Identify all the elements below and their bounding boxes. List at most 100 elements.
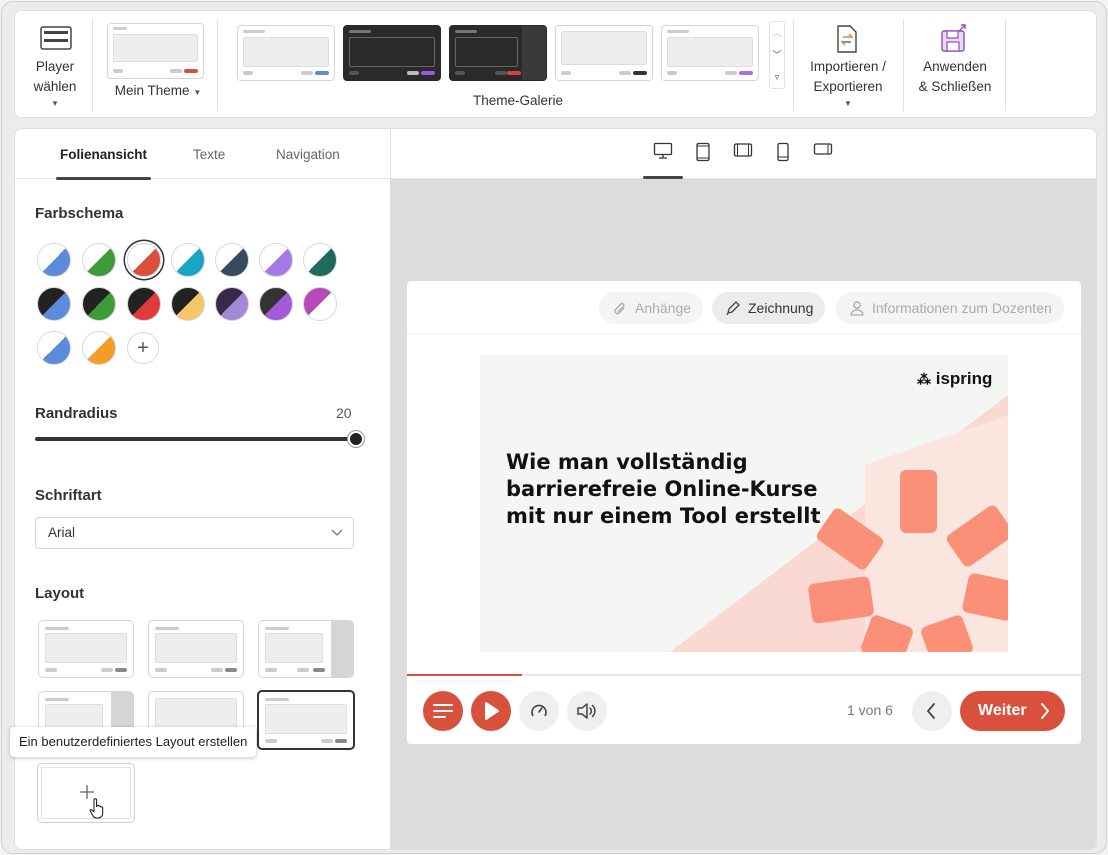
- color-swatch[interactable]: [215, 243, 249, 277]
- player-select-button[interactable]: Player wählen ▼: [15, 11, 93, 117]
- layout-title: Layout: [35, 585, 85, 602]
- ribbon-toolbar: Player wählen ▼ Mein Theme ▼ ︿ ﹀ ▿ Theme…: [14, 10, 1097, 118]
- layout-option-selected[interactable]: [257, 690, 355, 750]
- chevron-up-icon[interactable]: ︿: [770, 22, 784, 44]
- color-swatch[interactable]: [82, 287, 116, 321]
- color-swatch[interactable]: [127, 287, 161, 321]
- progress-track[interactable]: [407, 674, 1081, 676]
- chevron-down-icon[interactable]: ﹀: [770, 44, 784, 66]
- chevron-left-icon: [927, 703, 935, 719]
- my-theme-button[interactable]: Mein Theme ▼: [105, 11, 209, 117]
- divider: [407, 333, 1081, 334]
- slide-title: Wie man vollständig barrierefreie Online…: [506, 450, 821, 528]
- player-label-2: wählen: [33, 79, 77, 94]
- add-custom-layout-button[interactable]: [37, 763, 135, 823]
- font-select[interactable]: Arial: [35, 517, 354, 549]
- chevron-down-icon: ▼: [193, 88, 202, 97]
- player-icon: [40, 26, 72, 50]
- ispring-logo: ⁂ ispring: [917, 369, 992, 389]
- custom-layout-tooltip: Ein benutzerdefiniertes Layout erstellen: [10, 727, 257, 757]
- color-swatch[interactable]: [82, 243, 116, 277]
- slide-canvas: ⁂ ispring Wie man vollständig barrierefr…: [480, 355, 1008, 652]
- theme-thumbnail[interactable]: [343, 25, 441, 81]
- layout-option[interactable]: [148, 620, 244, 678]
- apply-close-button[interactable]: Anwenden & Schließen: [905, 11, 1005, 117]
- color-swatch[interactable]: [37, 287, 71, 321]
- phone-portrait-icon[interactable]: [771, 142, 795, 166]
- device-switcher: [391, 129, 1096, 179]
- divider: [903, 19, 904, 111]
- apply-label-1: Anwenden: [923, 59, 987, 74]
- next-label: Weiter: [978, 702, 1027, 719]
- color-swatch[interactable]: [171, 243, 205, 277]
- add-color-scheme-button[interactable]: +: [127, 332, 159, 364]
- previous-slide-button[interactable]: [912, 691, 952, 731]
- instructor-info-button[interactable]: Informationen zum Dozenten: [836, 292, 1064, 324]
- desktop-view-icon[interactable]: [651, 142, 675, 166]
- import-label-1: Importieren /: [810, 59, 886, 74]
- playback-speed-button[interactable]: [519, 691, 559, 731]
- my-theme-thumbnail: [107, 23, 204, 79]
- theme-thumbnail[interactable]: [555, 25, 653, 81]
- logo-text: ispring: [935, 369, 993, 388]
- color-swatch[interactable]: [303, 243, 337, 277]
- divider: [793, 19, 794, 111]
- font-title: Schriftart: [35, 487, 102, 504]
- layout-option[interactable]: [38, 620, 134, 678]
- layout-option[interactable]: [258, 620, 354, 678]
- my-theme-label: Mein Theme: [114, 83, 190, 98]
- chevron-down-icon: [331, 529, 343, 536]
- color-swatch[interactable]: [259, 243, 293, 277]
- progress-fill: [407, 674, 522, 676]
- theme-thumbnail[interactable]: [449, 25, 547, 81]
- drawing-button[interactable]: Zeichnung: [712, 292, 826, 324]
- color-swatch[interactable]: [82, 331, 116, 365]
- divider: [1005, 19, 1006, 111]
- chevron-right-icon: [1041, 703, 1049, 719]
- play-button[interactable]: [471, 691, 511, 731]
- theme-thumbnail[interactable]: [237, 25, 335, 81]
- attachments-label: Anhänge: [635, 300, 692, 316]
- border-radius-slider-handle[interactable]: [348, 431, 364, 447]
- theme-thumbnail[interactable]: [661, 25, 759, 81]
- slide-counter: 1 von 6: [847, 702, 893, 718]
- drawing-label: Zeichnung: [748, 300, 814, 316]
- color-scheme-title: Farbschema: [35, 205, 124, 222]
- expand-gallery-icon[interactable]: ▿: [770, 66, 784, 88]
- color-swatch[interactable]: [259, 287, 293, 321]
- color-swatch-selected[interactable]: [127, 243, 161, 277]
- chevron-down-icon: ▼: [51, 99, 59, 108]
- import-export-icon: [837, 25, 857, 53]
- player-label-1: Player: [35, 59, 75, 74]
- import-label-2: Exportieren: [813, 79, 883, 94]
- app-window: Player wählen ▼ Mein Theme ▼ ︿ ﹀ ▿ Theme…: [1, 1, 1107, 854]
- tablet-portrait-icon[interactable]: [691, 142, 715, 166]
- attachments-button[interactable]: Anhänge: [599, 292, 704, 324]
- logo-mark-icon: ⁂: [917, 371, 931, 387]
- color-swatch[interactable]: [303, 287, 337, 321]
- color-swatch[interactable]: [37, 243, 71, 277]
- tablet-landscape-icon[interactable]: [731, 142, 755, 166]
- tab-slide-view[interactable]: Folienansicht: [55, 129, 152, 180]
- apply-label-2: & Schließen: [918, 79, 992, 94]
- color-swatch[interactable]: [215, 287, 249, 321]
- next-slide-button[interactable]: Weiter: [960, 691, 1065, 731]
- phone-landscape-icon[interactable]: [811, 142, 835, 166]
- plus-icon: +: [137, 337, 149, 359]
- border-radius-slider-track[interactable]: [35, 437, 355, 441]
- volume-button[interactable]: [567, 691, 607, 731]
- divider: [92, 19, 93, 111]
- user-icon: [850, 301, 864, 316]
- tab-navigation[interactable]: Navigation: [276, 129, 340, 179]
- color-swatch[interactable]: [171, 287, 205, 321]
- divider: [217, 19, 218, 111]
- player-preview: Anhänge Zeichnung Informationen zum Doze…: [407, 281, 1081, 744]
- active-device-indicator: [643, 176, 683, 179]
- import-export-button[interactable]: Importieren / Exportieren ▼: [795, 11, 901, 117]
- hand-cursor-icon: [89, 798, 104, 819]
- color-swatch[interactable]: [37, 331, 71, 365]
- pencil-icon: [726, 301, 740, 316]
- outline-menu-button[interactable]: [423, 691, 463, 731]
- tab-texts[interactable]: Texte: [193, 129, 225, 179]
- theme-gallery-label: Theme-Galerie: [472, 93, 564, 108]
